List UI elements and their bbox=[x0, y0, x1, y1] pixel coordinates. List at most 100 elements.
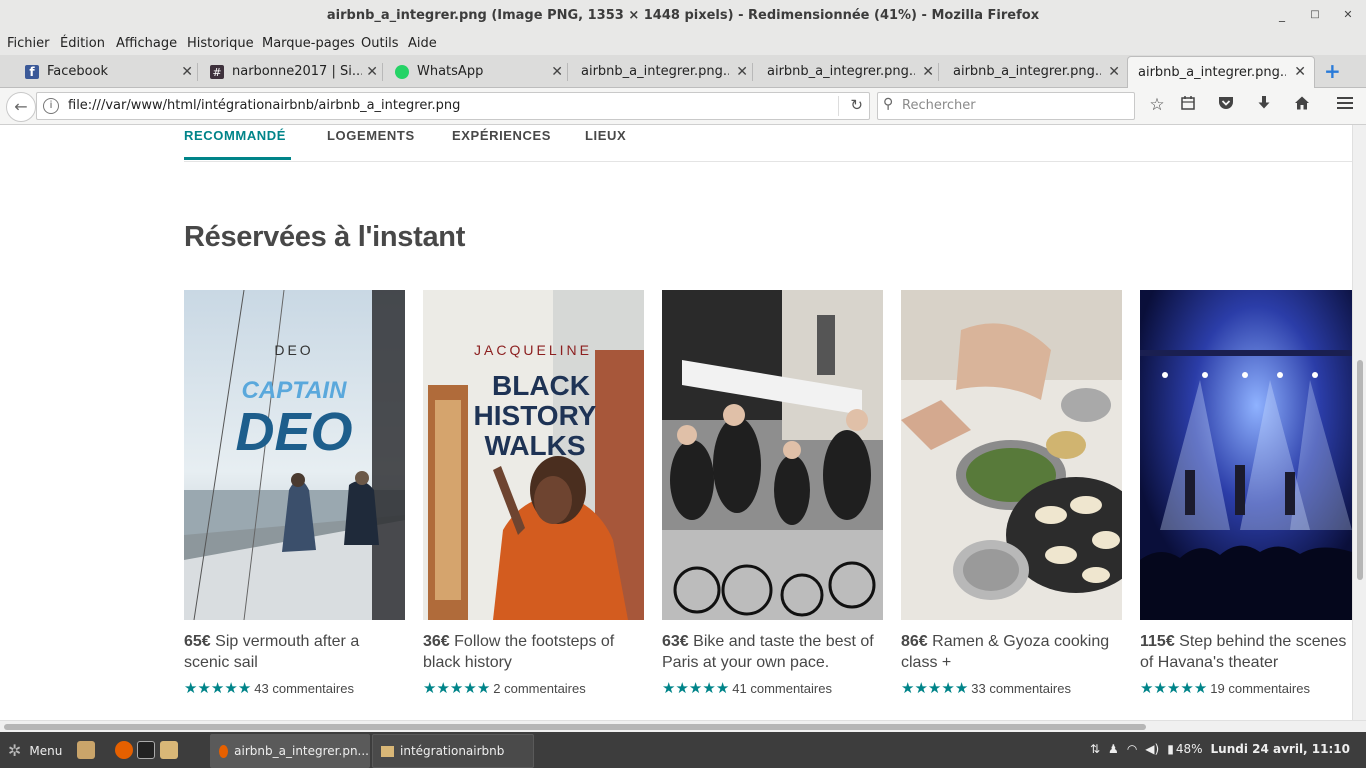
menu-historique[interactable]: Historique bbox=[187, 36, 254, 51]
terminal-icon[interactable] bbox=[137, 741, 155, 759]
star-icon: ★ bbox=[715, 680, 730, 697]
menu-bar: Fichier Édition Affichage Historique Mar… bbox=[0, 33, 1366, 55]
card-price-desc[interactable]: 115€ Step behind the scenes of Havana's … bbox=[1140, 631, 1352, 673]
menu-outils[interactable]: Outils bbox=[361, 36, 399, 51]
close-tab-icon[interactable]: ✕ bbox=[922, 64, 934, 80]
tab-airbnb-1[interactable]: airbnb_a_integrer.png... ✕ bbox=[572, 57, 753, 86]
tab-label: Facebook bbox=[47, 64, 109, 79]
nav-recommande[interactable]: RECOMMANDÉ bbox=[184, 128, 286, 143]
experience-image[interactable] bbox=[1140, 290, 1352, 620]
tab-airbnb-3[interactable]: airbnb_a_integrer.png... ✕ bbox=[944, 57, 1124, 86]
maximize-button[interactable]: □ bbox=[1307, 7, 1323, 23]
experience-image[interactable]: DEO CAPTAIN DEO bbox=[184, 290, 405, 620]
hamburger-menu-icon[interactable] bbox=[1334, 95, 1356, 116]
horizontal-scroll-thumb[interactable] bbox=[4, 724, 1146, 730]
back-button[interactable]: ← bbox=[6, 92, 36, 122]
vertical-scroll-thumb[interactable] bbox=[1357, 360, 1363, 580]
menu-label: Menu bbox=[29, 743, 63, 758]
tab-narbonne2017[interactable]: # narbonne2017 | Si... ✕ bbox=[202, 57, 383, 86]
menu-marque-pages[interactable]: Marque-pages bbox=[262, 36, 355, 51]
star-icon: ★ bbox=[224, 680, 238, 697]
close-tab-icon[interactable]: ✕ bbox=[736, 64, 748, 80]
svg-text:DEO: DEO bbox=[235, 402, 352, 462]
tab-airbnb-2[interactable]: airbnb_a_integrer.png... ✕ bbox=[758, 57, 939, 86]
close-tab-icon[interactable]: ✕ bbox=[1294, 64, 1306, 80]
page-content: RECOMMANDÉ LOGEMENTS EXPÉRIENCES LIEUX R… bbox=[0, 125, 1352, 720]
tab-label: airbnb_a_integrer.png... bbox=[581, 64, 729, 79]
experience-image[interactable] bbox=[901, 290, 1122, 620]
svg-text:HISTORY: HISTORY bbox=[474, 400, 597, 431]
close-tab-icon[interactable]: ✕ bbox=[181, 64, 193, 80]
menu-edition[interactable]: Édition bbox=[60, 36, 105, 51]
close-tab-icon[interactable]: ✕ bbox=[551, 64, 563, 80]
card-description: Sip vermouth after a scenic sail bbox=[184, 633, 360, 671]
new-tab-button[interactable]: + bbox=[1324, 59, 1341, 83]
category-nav: RECOMMANDÉ LOGEMENTS EXPÉRIENCES LIEUX bbox=[184, 125, 1352, 162]
card-rating: ★ ★ ★ ★ ★ 33 commentaires bbox=[901, 679, 1071, 697]
tab-separator bbox=[382, 63, 383, 81]
volume-icon[interactable]: ◀) bbox=[1145, 742, 1159, 756]
star-icon: ★ bbox=[662, 680, 676, 697]
star-icon: ★ bbox=[941, 680, 955, 697]
pocket-icon[interactable] bbox=[1215, 95, 1237, 116]
taskbar: ✲ Menu airbnb_a_integrer.pn... intégrati… bbox=[0, 732, 1366, 768]
close-window-button[interactable]: ✕ bbox=[1340, 7, 1356, 23]
url-text[interactable]: file:///var/www/html/intégrationairbnb/a… bbox=[68, 98, 460, 113]
star-icon: ★ bbox=[184, 680, 198, 697]
folder-icon[interactable] bbox=[160, 741, 178, 759]
tab-facebook[interactable]: f Facebook ✕ bbox=[17, 57, 198, 86]
close-tab-icon[interactable]: ✕ bbox=[1108, 64, 1120, 80]
slack-icon: # bbox=[210, 64, 224, 79]
close-tab-icon[interactable]: ✕ bbox=[366, 64, 378, 80]
nav-logements[interactable]: LOGEMENTS bbox=[327, 128, 415, 143]
window-titlebar: airbnb_a_integrer.png (Image PNG, 1353 ×… bbox=[0, 0, 1366, 34]
bookmark-star-icon[interactable]: ☆ bbox=[1146, 95, 1168, 115]
reload-icon[interactable]: ↻ bbox=[850, 96, 863, 114]
task-file-manager[interactable]: intégrationairbnb bbox=[372, 734, 534, 768]
tab-label: narbonne2017 | Si... bbox=[232, 64, 362, 79]
star-icon: ★ bbox=[449, 680, 464, 697]
bookmarks-list-icon[interactable] bbox=[1177, 95, 1199, 116]
experience-image[interactable] bbox=[662, 290, 883, 620]
card-rating: ★ ★ ★ ★ ★ 41 commentaires bbox=[662, 679, 832, 697]
nav-experiences[interactable]: EXPÉRIENCES bbox=[452, 128, 551, 143]
menu-aide[interactable]: Aide bbox=[408, 36, 437, 51]
menu-fichier[interactable]: Fichier bbox=[7, 36, 50, 51]
card-price-desc[interactable]: 36€ Follow the footsteps of black histor… bbox=[423, 631, 644, 673]
nav-lieux[interactable]: LIEUX bbox=[585, 128, 626, 143]
card-price-desc[interactable]: 63€ Bike and taste the best of Paris at … bbox=[662, 631, 883, 673]
home-icon[interactable] bbox=[1291, 95, 1313, 116]
clock[interactable]: Lundi 24 avril, 11:10 bbox=[1211, 742, 1351, 756]
back-arrow-icon: ← bbox=[14, 97, 28, 116]
card-price-desc[interactable]: 65€ Sip vermouth after a scenic sail bbox=[184, 631, 405, 673]
show-desktop-icon[interactable] bbox=[77, 741, 95, 759]
active-tab-underline bbox=[184, 157, 291, 160]
card-price-desc[interactable]: 86€ Ramen & Gyoza cooking class + bbox=[901, 631, 1122, 673]
firefox-icon[interactable] bbox=[115, 741, 133, 759]
start-menu-button[interactable]: ✲ Menu bbox=[8, 741, 62, 760]
experience-image[interactable]: JACQUELINE BLACK HISTORY WALKS bbox=[423, 290, 644, 620]
search-placeholder: Rechercher bbox=[902, 98, 976, 113]
menu-affichage[interactable]: Affichage bbox=[116, 36, 177, 51]
star-icon: ★ bbox=[901, 680, 915, 697]
network-icon[interactable]: ⇅ bbox=[1090, 742, 1100, 756]
minimize-button[interactable]: _ bbox=[1274, 7, 1290, 23]
tab-whatsapp[interactable]: WhatsApp ✕ bbox=[387, 57, 568, 86]
user-icon[interactable]: ♟ bbox=[1108, 742, 1119, 756]
info-icon[interactable]: i bbox=[43, 98, 59, 114]
card-rating: ★ ★ ★ ★ ★ 19 commentaires bbox=[1140, 679, 1310, 697]
search-icon: ⚲ bbox=[883, 96, 894, 112]
battery-icon[interactable]: ▮ bbox=[1167, 742, 1174, 756]
search-input[interactable]: ⚲ Rechercher bbox=[877, 92, 1135, 120]
card-description: Bike and taste the best of Paris at your… bbox=[662, 633, 874, 671]
vertical-scrollbar[interactable] bbox=[1352, 125, 1366, 720]
svg-text:DEO: DEO bbox=[274, 342, 313, 358]
task-firefox[interactable]: airbnb_a_integrer.pn... bbox=[210, 734, 370, 768]
wifi-icon[interactable]: ◠ bbox=[1127, 742, 1137, 756]
tab-airbnb-active[interactable]: airbnb_a_integrer.png... ✕ bbox=[1127, 56, 1315, 88]
downloads-icon[interactable] bbox=[1253, 95, 1275, 116]
firefox-icon bbox=[219, 744, 229, 758]
svg-text:CAPTAIN: CAPTAIN bbox=[242, 377, 348, 404]
star-icon: ★ bbox=[675, 680, 689, 697]
url-bar[interactable]: i file:///var/www/html/intégrationairbnb… bbox=[36, 92, 870, 120]
